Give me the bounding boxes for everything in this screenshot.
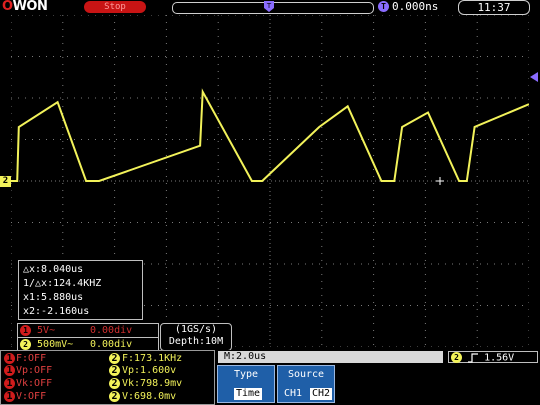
- ch2-meas-icon: 2: [109, 391, 120, 402]
- sample-rate: (1GS/s): [174, 324, 218, 335]
- owon-logo: OWON: [2, 0, 48, 14]
- menu-source[interactable]: Source CH1 CH2: [277, 365, 335, 403]
- ch2-icon: 2: [20, 338, 31, 350]
- ch1-volts-row[interactable]: 1 5V~ 0.00div: [17, 323, 159, 338]
- ch2-meas-icon: 2: [109, 378, 120, 389]
- menu-type-title: Type: [233, 369, 259, 380]
- cursor-x2: x2:-2.160us: [23, 306, 90, 317]
- ch2-volts: 500mV~: [37, 339, 74, 350]
- ch1-v: V:OFF: [16, 391, 47, 402]
- cursor-readout-box: △x:8.040us 1/△x:124.4KHZ x1:5.880us x2:-…: [18, 260, 143, 320]
- ch1-meas-icon: 1: [4, 365, 15, 376]
- ch1-volts: 5V~: [37, 325, 56, 336]
- menu-source-title: Source: [287, 369, 325, 380]
- measurement-panel: 1 F:OFF 1 Vp:OFF 1 Vk:OFF 1 V:OFF 2 F:17…: [0, 350, 215, 405]
- cursor-crosshair-icon: [436, 177, 444, 185]
- time-position-icon: T: [378, 1, 389, 12]
- ch2-vpp: Vp:1.600v: [122, 365, 177, 376]
- menu-type[interactable]: Type Time: [217, 365, 275, 403]
- timebase-readout[interactable]: M:2.0us: [218, 351, 443, 363]
- trigger-level: 1.56V: [484, 352, 515, 364]
- cursor-inverse-delta-x: 1/△x:124.4KHZ: [23, 278, 102, 289]
- trigger-channel-icon: 2: [451, 352, 462, 363]
- ch1-meas-icon: 1: [4, 353, 15, 364]
- acquisition-info: (1GS/s) Depth:10M: [160, 323, 232, 351]
- ch1-icon: 1: [20, 324, 31, 336]
- ch2-vk: Vk:798.9mv: [122, 378, 183, 389]
- ch1-offset: 0.00div: [90, 325, 133, 336]
- menu-source-option-ch1[interactable]: CH1: [282, 388, 304, 400]
- ch1-meas-icon: 1: [4, 391, 15, 402]
- menu-source-option-ch2[interactable]: CH2: [310, 388, 333, 400]
- ch2-meas-icon: 2: [109, 353, 120, 364]
- ch1-frequency: F:OFF: [16, 353, 47, 364]
- ch2-v: V:698.0mv: [122, 391, 177, 402]
- trigger-position-value: 0.000ns: [392, 0, 439, 13]
- ch2-ground-marker-icon: 2: [0, 176, 11, 187]
- clock: 11:37: [458, 0, 530, 15]
- ch1-meas-icon: 1: [4, 378, 15, 389]
- ch2-frequency: F:173.1KHz: [122, 353, 183, 364]
- cursor-delta-x: △x:8.040us: [23, 264, 84, 275]
- rising-edge-icon: [468, 352, 479, 363]
- ch2-meas-icon: 2: [109, 365, 120, 376]
- trigger-level-marker-icon: [530, 72, 538, 82]
- run-status-badge[interactable]: Stop: [84, 1, 146, 13]
- menu-type-option-time[interactable]: Time: [234, 388, 263, 400]
- ch1-vpp: Vp:OFF: [16, 365, 53, 376]
- trigger-marker-label: T: [266, 2, 272, 10]
- cursor-x1: x1:5.880us: [23, 292, 84, 303]
- trigger-position-marker-icon: T: [264, 1, 274, 12]
- memory-depth: Depth:10M: [168, 336, 224, 347]
- trigger-info[interactable]: 2 1.56V: [448, 351, 538, 364]
- ch1-vk: Vk:OFF: [16, 378, 53, 389]
